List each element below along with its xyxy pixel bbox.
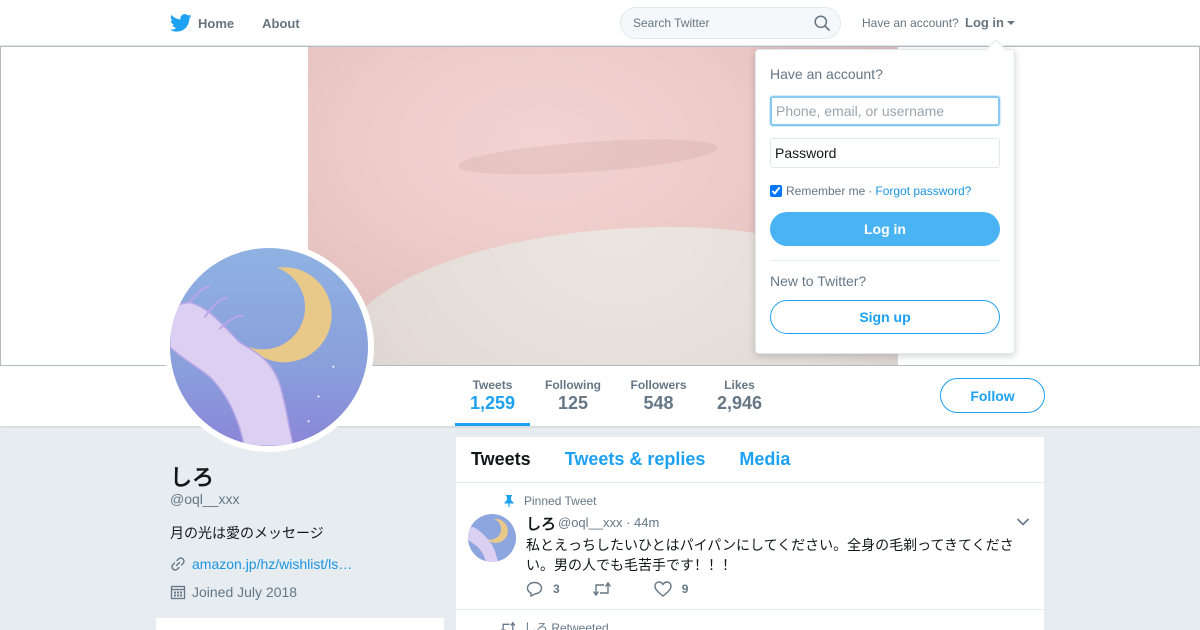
timeline: Tweets Tweets & replies Media Pinned Twe…: [456, 437, 1044, 630]
left-card: [156, 618, 444, 630]
remember-row: Remember me · Forgot password?: [770, 184, 971, 198]
profile-url-text: amazon.jp/hz/wishlist/ls…: [192, 556, 353, 572]
tab-tweets-replies[interactable]: Tweets & replies: [565, 449, 706, 470]
pinned-label: Pinned Tweet: [504, 494, 597, 508]
forgot-password-link[interactable]: Forgot password?: [875, 184, 971, 198]
login-link-label: Log in: [965, 15, 1004, 30]
retweet-icon: [592, 581, 611, 597]
tweet-actions: 3 9: [526, 581, 720, 597]
nav-about-label: About: [262, 15, 300, 31]
profile-avatar[interactable]: [164, 242, 374, 452]
active-tab-underline: [455, 423, 530, 426]
link-icon: [171, 557, 185, 571]
tweet-avatar-image: [468, 514, 516, 562]
twitter-bird-icon: [170, 14, 192, 32]
heart-icon: [653, 581, 672, 597]
tab-tweets[interactable]: Tweets: [471, 449, 531, 470]
pin-icon: [504, 495, 514, 507]
stat-following-label: Following: [545, 378, 601, 392]
nav-about[interactable]: About: [262, 16, 300, 31]
retweet-action[interactable]: [592, 581, 622, 597]
retweeted-context: しろ Retweeted: [500, 619, 609, 630]
login-dropdown: Have an account? Remember me · Forgot pa…: [755, 39, 1015, 354]
avatar-moon-hand-image: [170, 248, 368, 446]
remember-me-label[interactable]: Remember me: [786, 184, 865, 198]
signup-button[interactable]: Sign up: [770, 300, 1000, 334]
tweet-author-name[interactable]: しろ: [526, 513, 556, 534]
retweeted-text: しろ Retweeted: [524, 621, 609, 630]
follow-button[interactable]: Follow: [940, 378, 1045, 413]
new-to-twitter-text: New to Twitter?: [770, 273, 867, 289]
dropdown-title: Have an account?: [770, 66, 883, 82]
search-box: [620, 7, 841, 39]
header-photo-shade: [457, 132, 719, 182]
calendar-icon: [170, 585, 186, 600]
nav-home-label: Home: [198, 15, 235, 31]
reply-action[interactable]: 3: [526, 581, 560, 597]
dropdown-divider: [770, 260, 1000, 261]
top-nav-bar: Home About Have an account? Log in: [0, 0, 1200, 46]
profile-name: しろ: [170, 465, 215, 490]
username-field[interactable]: [770, 96, 1000, 126]
timeline-tabs: Tweets Tweets & replies Media: [456, 437, 1044, 483]
stat-followers-value: 548: [643, 393, 674, 413]
password-field[interactable]: [770, 138, 1000, 168]
search-input[interactable]: [621, 8, 796, 38]
tab-media[interactable]: Media: [739, 449, 790, 470]
reply-count: 3: [553, 582, 560, 596]
retweet-context-icon: [500, 621, 516, 630]
pinned-text: Pinned Tweet: [524, 494, 597, 508]
tweet-avatar[interactable]: [468, 514, 516, 562]
stat-tweets-label: Tweets: [472, 378, 513, 392]
remember-separator: ·: [868, 184, 873, 198]
remember-me-checkbox[interactable]: [770, 185, 782, 197]
account-prompt: Have an account?: [862, 16, 959, 30]
tweet-text: 私とえっちしたいひとはパイパンにしてください。全身の毛剃ってきてください。男の人…: [526, 537, 1014, 573]
nav-home[interactable]: Home: [170, 14, 234, 32]
nav-left: Home About: [170, 0, 328, 46]
profile-handle: @oql__xxx: [170, 491, 240, 507]
stat-tweets[interactable]: Tweets 1,259: [455, 378, 530, 426]
profile-joined-text: Joined July 2018: [192, 584, 298, 600]
tweet-meta: @oql__xxx · 44m: [558, 515, 660, 530]
stat-followers-label: Followers: [630, 378, 687, 392]
stat-tweets-value: 1,259: [470, 393, 516, 413]
profile-bio: 月の光は愛のメッセージ: [170, 525, 324, 541]
like-action[interactable]: 9: [653, 581, 689, 597]
stat-following-value: 125: [557, 393, 589, 413]
stat-likes[interactable]: Likes 2,946: [716, 378, 763, 414]
caret-down-icon: [1007, 21, 1015, 25]
stat-followers[interactable]: Followers 548: [630, 378, 687, 414]
stat-following[interactable]: Following 125: [545, 378, 601, 414]
search-icon[interactable]: [814, 15, 830, 31]
profile-url-link[interactable]: amazon.jp/hz/wishlist/ls…: [170, 556, 352, 572]
login-dropdown-toggle[interactable]: Log in: [965, 15, 1015, 30]
login-button[interactable]: Log in: [770, 212, 1000, 246]
stat-likes-value: 2,946: [716, 393, 763, 413]
reply-icon: [526, 581, 543, 597]
profile-joined: Joined July 2018: [170, 584, 297, 600]
tweet-options-chevron-icon[interactable]: [1016, 517, 1030, 527]
stat-likes-label: Likes: [724, 378, 755, 392]
like-count: 9: [681, 582, 689, 596]
